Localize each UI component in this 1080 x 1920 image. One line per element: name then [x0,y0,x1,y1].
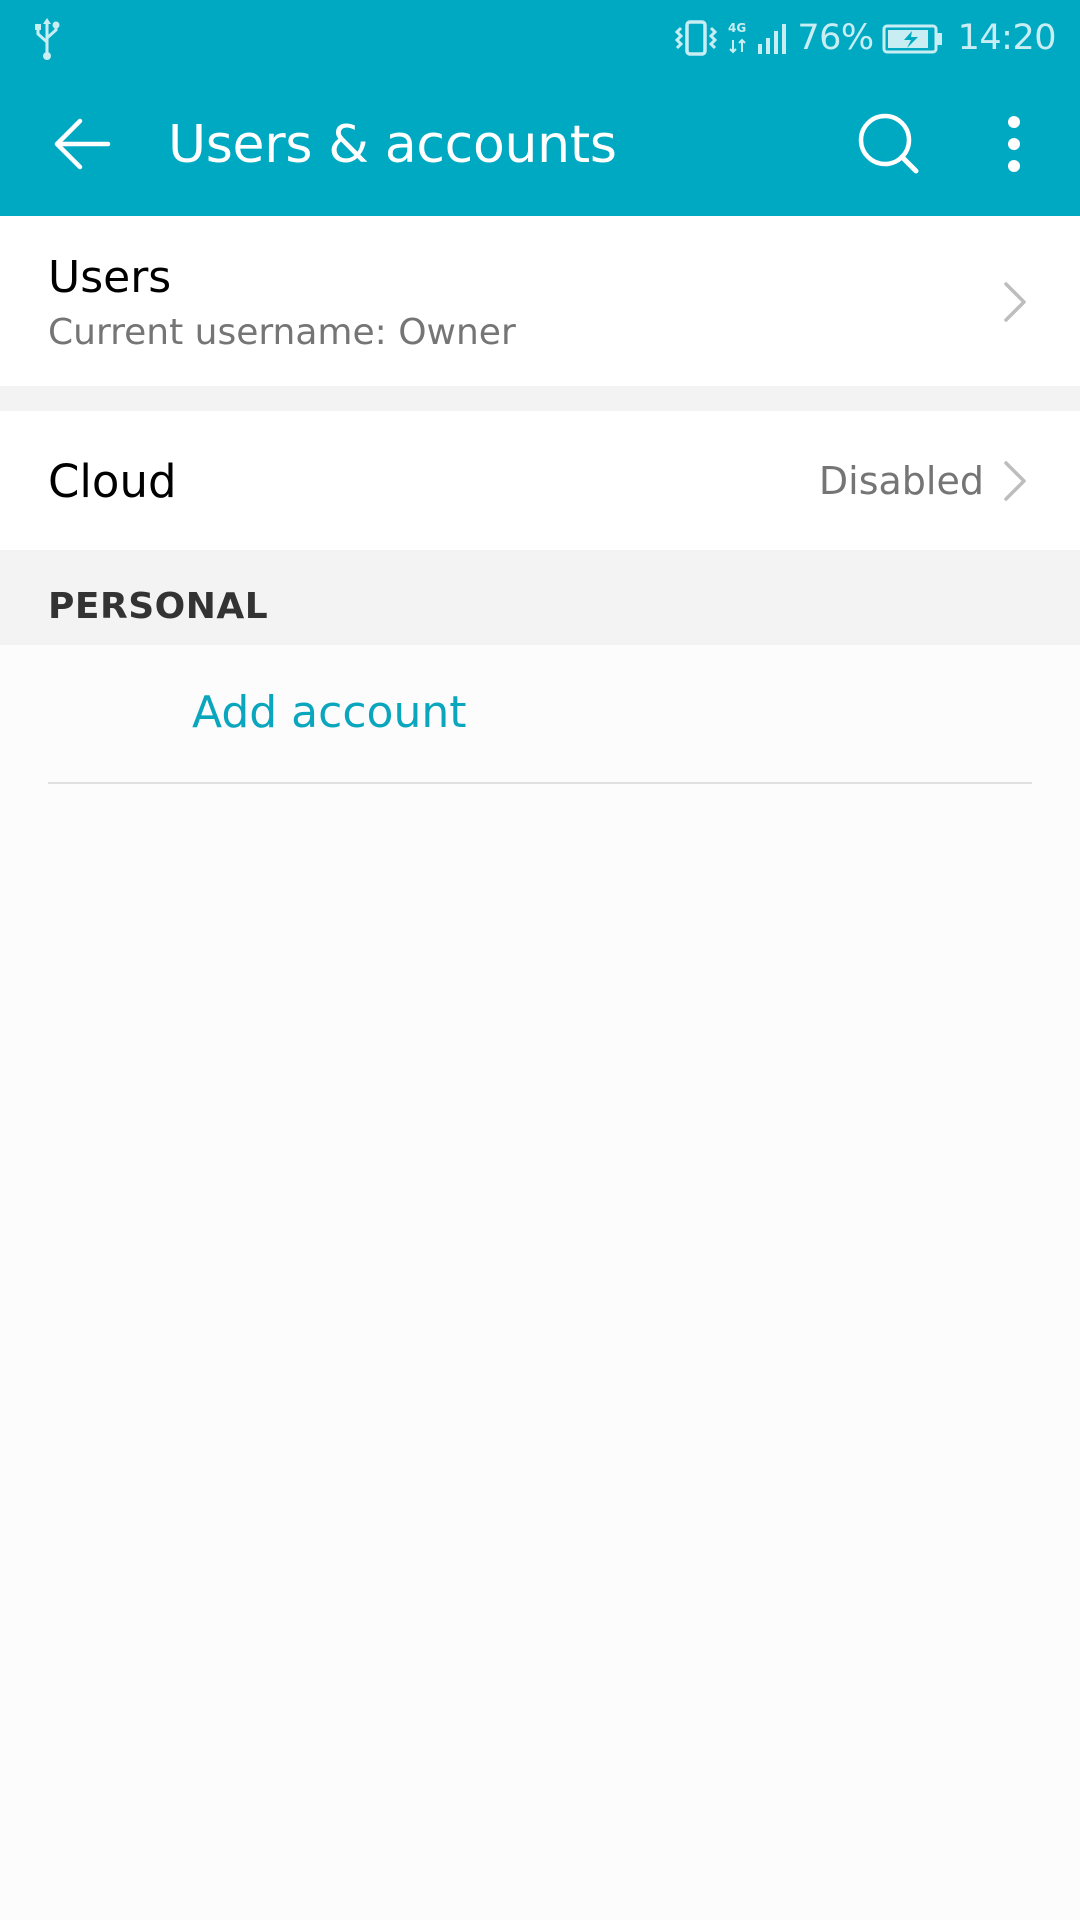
more-vert-icon[interactable] [990,109,1038,179]
chevron-right-icon [1004,461,1026,501]
add-account-row[interactable]: Add account [0,645,1080,783]
clock: 14:20 [957,17,1057,58]
back-arrow-icon[interactable] [48,109,118,179]
search-icon[interactable] [854,109,924,179]
svg-text:4G: 4G [728,21,746,35]
users-title: Users [48,252,172,303]
usb-icon [35,18,60,60]
app-bar: Users & accounts [0,75,1080,216]
signal-icon [758,23,787,54]
section-header-label: PERSONAL [48,586,269,627]
chevron-right-icon [1004,282,1026,322]
4g-icon: 4G [728,21,747,53]
battery-charging-icon [882,24,942,53]
section-gap [0,386,1080,411]
page-title: Users & accounts [168,115,617,175]
vibrate-icon [675,19,718,56]
personal-section-header: PERSONAL [0,550,1080,645]
battery-percent: 76% [797,17,874,58]
cloud-title: Cloud [48,455,177,508]
users-subtitle: Current username: Owner [48,312,516,353]
status-bar: 4G 76% 14:20 [0,0,1080,75]
divider [48,782,1032,784]
users-row[interactable]: Users Current username: Owner [0,216,1080,386]
screen: 4G 76% 14:20 Users & accounts Users Curr… [0,0,1080,1920]
cloud-status: Disabled [818,459,984,503]
cloud-row[interactable]: Cloud Disabled [0,411,1080,550]
add-account-button[interactable]: Add account [192,687,466,738]
